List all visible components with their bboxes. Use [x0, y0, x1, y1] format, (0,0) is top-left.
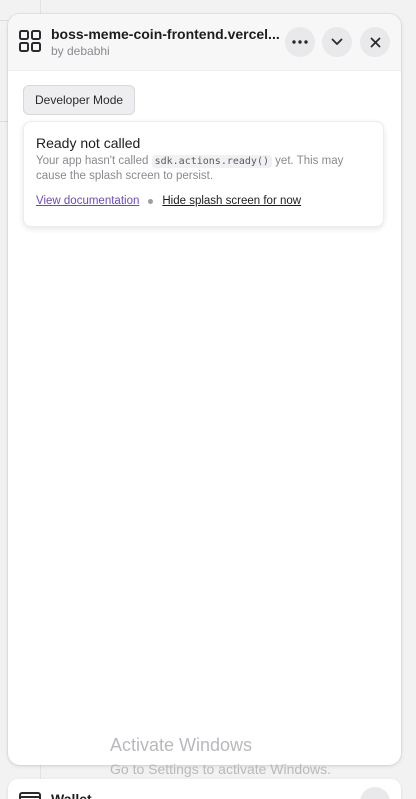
activate-windows-subtitle: Go to Settings to activate Windows. [110, 761, 331, 777]
wallet-panel-button[interactable] [360, 787, 390, 799]
notice-actions: View documentation Hide splash screen fo… [36, 195, 301, 207]
more-options-button[interactable] [285, 27, 315, 57]
background-edge-line [0, 121, 8, 122]
wallet-panel[interactable]: Wallet [8, 779, 401, 799]
developer-mode-button[interactable]: Developer Mode [23, 85, 136, 115]
activate-windows-title: Activate Windows [110, 735, 253, 755]
chevron-down-icon [331, 38, 343, 45]
notice-code: sdk.actions.ready() [151, 155, 272, 168]
notice-title: Ready not called [36, 135, 141, 151]
separator-dot [148, 198, 154, 204]
ready-not-called-notice: Ready not called Your app hasn't called … [23, 121, 384, 227]
mini-app-modal: boss-meme-coin-frontend.vercel... by deb… [8, 14, 401, 765]
hide-splash-screen-link[interactable]: Hide splash screen for now [162, 195, 301, 207]
notice-body: Your app hasn't called sdk.actions.ready… [36, 154, 371, 184]
close-icon [370, 37, 380, 47]
grid-app-icon [19, 30, 41, 52]
app-title: boss-meme-coin-frontend.vercel... [51, 26, 280, 42]
app-author: by debabhi [51, 44, 110, 58]
more-horizontal-icon [292, 40, 308, 44]
collapse-button[interactable] [322, 27, 352, 57]
view-documentation-link[interactable]: View documentation [36, 195, 139, 207]
wallet-label: Wallet [51, 791, 92, 799]
close-button[interactable] [360, 27, 390, 57]
notice-body-prefix: Your app hasn't called [36, 155, 152, 167]
background-edge-line [0, 20, 8, 21]
wallet-icon [19, 792, 41, 799]
modal-header: boss-meme-coin-frontend.vercel... by deb… [8, 14, 401, 71]
